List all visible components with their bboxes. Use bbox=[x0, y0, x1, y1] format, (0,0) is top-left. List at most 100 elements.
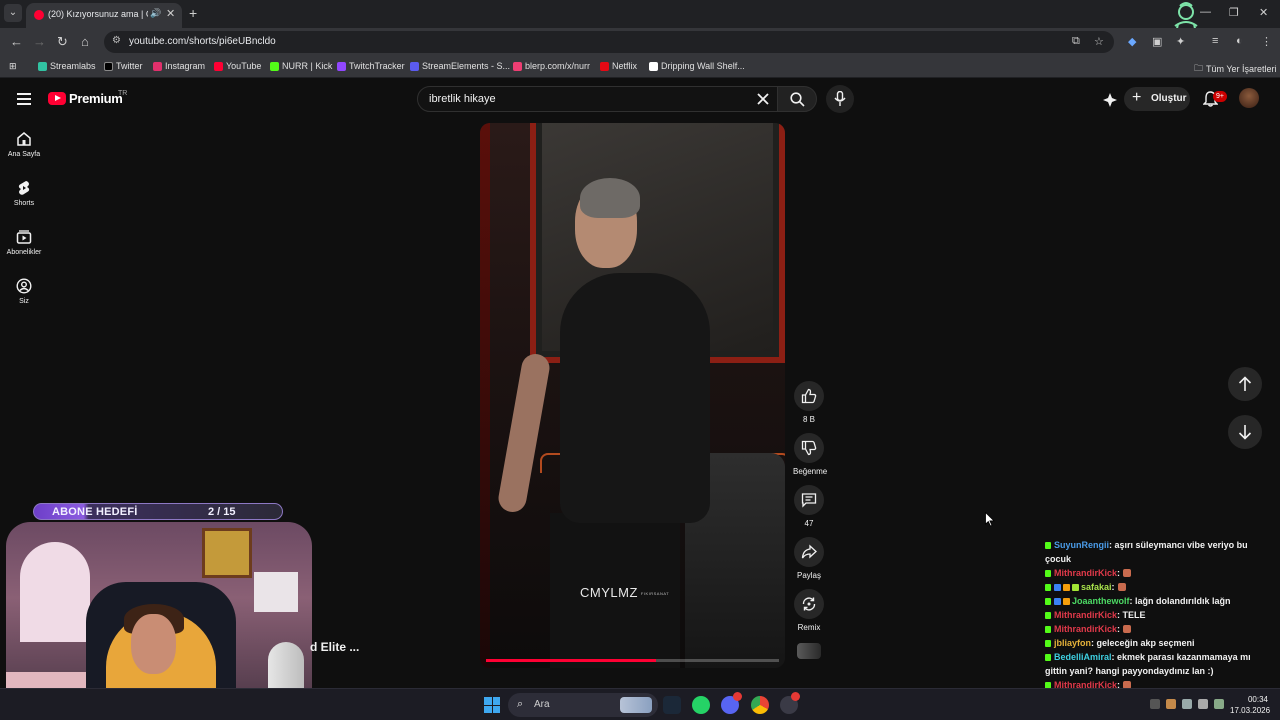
video-progress-bar[interactable] bbox=[486, 659, 779, 662]
browser-menu-icon[interactable]: ⋮ bbox=[1261, 35, 1272, 48]
wifi-icon[interactable] bbox=[1182, 699, 1192, 709]
bookmark-twitter[interactable]: Twitter bbox=[104, 61, 143, 71]
battery-icon[interactable] bbox=[1214, 699, 1224, 709]
avatar[interactable] bbox=[1239, 88, 1259, 108]
new-tab-button[interactable]: + bbox=[189, 5, 197, 21]
voice-search-button[interactable] bbox=[826, 85, 854, 113]
like-count: 8 B bbox=[802, 415, 815, 424]
browser-tab-bar: ⌄ (20) Kızıyorsunuz ama | Cem 🔊 ✕ + — ❐ … bbox=[0, 0, 1280, 49]
search-button[interactable] bbox=[777, 86, 817, 112]
maximize-button[interactable]: ❐ bbox=[1229, 6, 1239, 19]
youtube-premium-logo[interactable]: Premium bbox=[48, 91, 123, 106]
close-tab-icon[interactable]: ✕ bbox=[166, 7, 175, 20]
kick-badge-icon bbox=[1045, 542, 1051, 549]
menu-icon[interactable] bbox=[17, 93, 31, 105]
browser-tab[interactable]: (20) Kızıyorsunuz ama | Cem 🔊 ✕ bbox=[26, 3, 182, 28]
back-icon[interactable]: ← bbox=[10, 34, 23, 49]
sidebar-item-subscriptions[interactable]: Abonelikler bbox=[0, 229, 48, 256]
bookmark-streamelements[interactable]: StreamElements - S... bbox=[410, 61, 510, 71]
chat-username: MithrandirKick bbox=[1054, 568, 1118, 578]
chat-text: : bbox=[1117, 624, 1121, 634]
create-button[interactable]: + Oluştur bbox=[1124, 87, 1190, 111]
home-icon[interactable]: ⌂ bbox=[81, 34, 89, 49]
address-bar[interactable]: ⚙ youtube.com/shorts/pi6eUBncldo ⧉ ☆ bbox=[104, 31, 1114, 53]
like-button[interactable]: 8 B bbox=[793, 381, 825, 424]
search-input[interactable]: ibretlik hikaye bbox=[417, 86, 779, 112]
sidebar-item-home[interactable]: Ana Sayfa bbox=[0, 131, 48, 158]
chat-badge-icon bbox=[1054, 584, 1061, 591]
clock-time: 00:34 bbox=[1247, 695, 1268, 704]
chat-username: jbliayfon bbox=[1054, 638, 1092, 648]
sidebar-item-shorts[interactable]: Shorts bbox=[0, 180, 48, 207]
media-controls-icon[interactable]: ≡ bbox=[1212, 35, 1218, 47]
site-info-icon[interactable]: ⚙ bbox=[112, 35, 121, 46]
install-app-icon[interactable]: ⧉ bbox=[1072, 35, 1080, 48]
tab-search-button[interactable]: ⌄ bbox=[4, 4, 22, 22]
webcam-overlay bbox=[6, 522, 312, 712]
goal-label: ABONE HEDEFİ bbox=[52, 506, 138, 518]
bookmark-instagram[interactable]: Instagram bbox=[153, 61, 205, 71]
taskbar-search[interactable]: ⌕ Ara bbox=[508, 693, 658, 717]
start-button[interactable] bbox=[484, 697, 500, 713]
bookmark-blerp[interactable]: blerp.com/x/nurr bbox=[513, 61, 590, 71]
remix-button[interactable]: Remix bbox=[793, 589, 825, 632]
apps-grid-icon[interactable]: ⊞ bbox=[9, 61, 17, 72]
chrome-icon[interactable] bbox=[751, 696, 769, 714]
steam-icon[interactable] bbox=[663, 696, 681, 714]
taskbar-search-label: Ara bbox=[534, 699, 550, 710]
chat-emote-icon bbox=[1123, 625, 1132, 633]
bookmark-twitchtracker[interactable]: TwitchTracker bbox=[337, 61, 405, 71]
bookmarks-bar: ⊞ Streamlabs Twitter Instagram YouTube N… bbox=[0, 56, 1280, 78]
logo-text: Premium bbox=[69, 91, 123, 106]
twitchtracker-icon bbox=[337, 61, 346, 71]
extensions-puzzle-icon[interactable]: ✦ bbox=[1176, 35, 1185, 48]
chat-username: SuyunRengii bbox=[1054, 540, 1110, 550]
tray-chevron-icon[interactable] bbox=[1150, 699, 1160, 709]
search-query[interactable]: ibretlik hikaye bbox=[429, 93, 496, 105]
sparkle-icon[interactable] bbox=[1102, 92, 1118, 108]
previous-short-button[interactable] bbox=[1228, 367, 1262, 401]
whatsapp-icon[interactable] bbox=[692, 696, 710, 714]
chat-text: : lağn dolandırıldık lağn bbox=[1129, 596, 1231, 606]
next-short-button[interactable] bbox=[1228, 415, 1262, 449]
bookmark-netflix[interactable]: Netflix bbox=[600, 61, 637, 71]
speaker-icon[interactable]: 🔊 bbox=[150, 8, 161, 19]
share-button[interactable]: Paylaş bbox=[793, 537, 825, 580]
extension-icon[interactable]: ◆ bbox=[1128, 35, 1136, 48]
bookmark-kick[interactable]: NURR | Kick bbox=[270, 61, 332, 71]
comments-button[interactable]: 47 bbox=[793, 485, 825, 528]
sidebar-item-label: Abonelikler bbox=[6, 249, 42, 256]
sidebar-item-you[interactable]: Siz bbox=[0, 278, 48, 305]
close-window-button[interactable]: ✕ bbox=[1259, 6, 1268, 19]
bookmark-youtube[interactable]: YouTube bbox=[214, 61, 261, 71]
minimize-button[interactable]: — bbox=[1200, 6, 1211, 18]
shorts-video-player[interactable]: CMYLMZ FIKIRSANAT bbox=[480, 123, 785, 668]
clock-date: 17.03.2026 bbox=[1230, 706, 1271, 715]
profile-icon[interactable]: ◐ bbox=[1236, 35, 1243, 47]
subscriber-goal-bar: ABONE HEDEFİ 2 / 15 bbox=[33, 503, 283, 520]
url-text[interactable]: youtube.com/shorts/pi6eUBncldo bbox=[129, 36, 276, 47]
kick-badge-icon bbox=[1045, 640, 1051, 647]
sound-thumbnail[interactable] bbox=[797, 643, 821, 659]
instagram-icon bbox=[153, 61, 162, 71]
volume-icon[interactable] bbox=[1198, 699, 1208, 709]
chat-badge-icon bbox=[1054, 598, 1061, 605]
extension-icon[interactable]: ▣ bbox=[1152, 35, 1162, 48]
folder-icon: 🗀 bbox=[1194, 63, 1204, 73]
chat-badge-icon bbox=[1063, 584, 1070, 591]
bookmark-star-icon[interactable]: ☆ bbox=[1094, 35, 1104, 48]
clock[interactable]: 00:34 17.03.2026 bbox=[1230, 694, 1271, 716]
overlay-truncated-title: d Elite ... bbox=[310, 640, 360, 654]
video-watermark: CMYLMZ FIKIRSANAT bbox=[580, 585, 670, 600]
clear-search-icon[interactable] bbox=[757, 93, 769, 105]
bookmark-shelf[interactable]: Dripping Wall Shelf... bbox=[649, 61, 745, 71]
tray-app-icon[interactable] bbox=[1166, 699, 1176, 709]
forward-icon[interactable]: → bbox=[33, 34, 46, 49]
all-bookmarks-button[interactable]: 🗀 Tüm Yer İşaretleri bbox=[1194, 61, 1277, 77]
arrow-down-icon bbox=[1238, 425, 1252, 440]
dislike-label: Beğenme bbox=[793, 467, 828, 476]
reload-icon[interactable]: ↻ bbox=[57, 34, 68, 50]
bookmark-streamlabs[interactable]: Streamlabs bbox=[38, 61, 96, 71]
dislike-button[interactable]: Beğenme bbox=[793, 433, 828, 476]
chat-emote-icon bbox=[1123, 569, 1132, 577]
